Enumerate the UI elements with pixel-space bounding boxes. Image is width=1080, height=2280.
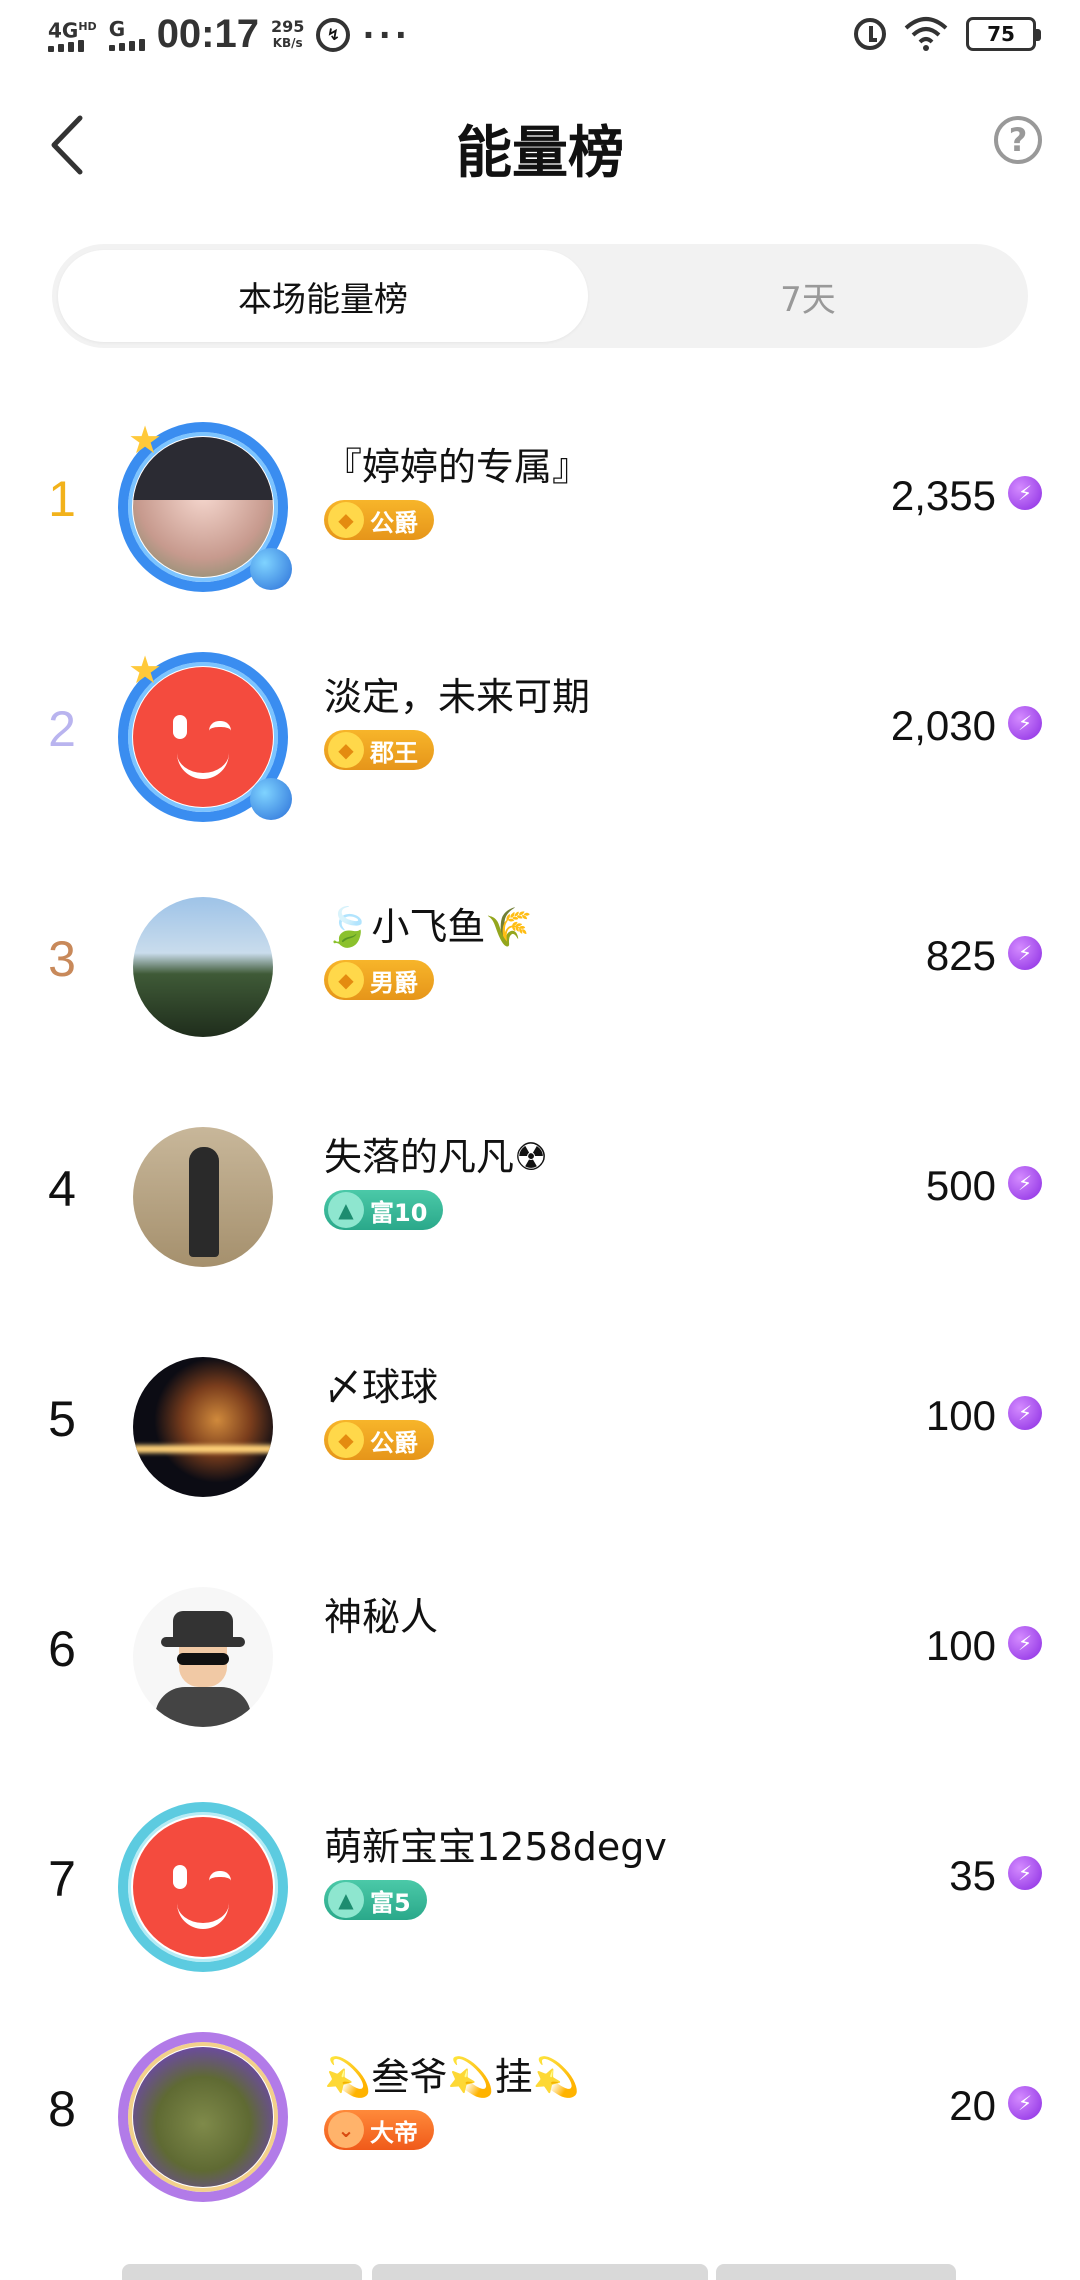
diamond-icon: ◆ <box>328 732 364 768</box>
rank-badge: ◆ 郡王 <box>324 730 434 770</box>
triangle-icon: ▲ <box>328 1882 364 1918</box>
user-name: 『婷婷的专属』 <box>324 445 591 489</box>
bottom-bar-segment <box>716 2264 956 2280</box>
ranking-row[interactable]: 8 💫叁爷💫挂💫 ⌄ 大帝 20 ⚡ <box>0 2010 1080 2240</box>
user-name: 失落的凡凡☢ <box>324 1135 549 1179</box>
rank-badge: ◆ 男爵 <box>324 960 434 1000</box>
tab-7-days[interactable]: 7天 <box>594 250 1022 342</box>
user-name: 🍃小飞鱼🌾 <box>324 905 533 949</box>
energy-score: 825 <box>925 932 996 979</box>
diamond-icon: ◆ <box>328 1422 364 1458</box>
bottom-bar-segment <box>122 2264 362 2280</box>
energy-score: 500 <box>925 1162 996 1209</box>
status-bar: 4GHD G 00:17 295 KB/s ↯ ··· 75 <box>0 0 1080 72</box>
diamond-icon: ◆ <box>328 962 364 998</box>
energy-score: 100 <box>925 1392 996 1439</box>
energy-bolt-icon: ⚡ <box>1008 1166 1042 1200</box>
rank-number: 7 <box>48 1851 76 1907</box>
rank-number: 4 <box>48 1161 76 1217</box>
vpn-icon: ↯ <box>316 17 351 52</box>
avatar[interactable] <box>118 1572 288 1742</box>
tab-switcher: 本场能量榜 7天 <box>52 244 1028 348</box>
avatar[interactable] <box>118 2032 288 2202</box>
page-title: 能量榜 <box>456 121 624 186</box>
ranking-row[interactable]: 6 神秘人 100 ⚡ <box>0 1550 1080 1780</box>
more-notifications-icon: ··· <box>362 15 411 54</box>
rank-badge: ⌄ 大帝 <box>324 2110 434 2150</box>
energy-score: 2,355 <box>890 472 996 519</box>
ranking-row[interactable]: 1 ★ 『婷婷的专属』 ◆ 公爵 2,355 ⚡ <box>0 400 1080 630</box>
energy-bolt-icon: ⚡ <box>1008 1856 1042 1890</box>
user-name: 萌新宝宝1258degv <box>324 1825 667 1869</box>
user-name: 淡定，未来可期 <box>324 675 591 719</box>
rank-number: 1 <box>48 471 76 527</box>
planet-icon <box>250 778 292 820</box>
clock: 00:17 <box>156 12 259 56</box>
avatar[interactable]: ★ <box>118 648 292 822</box>
status-right: 75 <box>854 16 1041 52</box>
avatar-frame <box>118 1802 288 1972</box>
user-name: 〆球球 <box>324 1365 439 1409</box>
user-name: 神秘人 <box>324 1595 439 1639</box>
help-icon[interactable]: ? <box>994 116 1042 164</box>
energy-score: 2,030 <box>890 702 996 749</box>
ranking-row[interactable]: 5 〆球球 ◆ 公爵 100 ⚡ <box>0 1320 1080 1550</box>
avatar[interactable] <box>118 1342 288 1512</box>
star-icon: ★ <box>128 418 163 462</box>
energy-score: 100 <box>925 1622 996 1669</box>
energy-bolt-icon: ⚡ <box>1008 1626 1042 1660</box>
energy-score: 20 <box>949 2082 996 2129</box>
ranking-row[interactable]: 7 萌新宝宝1258degv ▲ 富5 35 ⚡ <box>0 1780 1080 2010</box>
alarm-icon <box>854 18 886 50</box>
nav-bar: 能量榜 ? <box>0 80 1080 200</box>
energy-bolt-icon: ⚡ <box>1008 476 1042 510</box>
network-type-2: G <box>108 16 126 41</box>
energy-bolt-icon: ⚡ <box>1008 2086 1042 2120</box>
energy-bolt-icon: ⚡ <box>1008 706 1042 740</box>
energy-score: 35 <box>949 1852 996 1899</box>
rank-number: 2 <box>48 701 76 757</box>
bottom-bar-segment <box>372 2264 708 2280</box>
energy-bolt-icon: ⚡ <box>1008 1396 1042 1430</box>
energy-bolt-icon: ⚡ <box>1008 936 1042 970</box>
ranking-row[interactable]: 3 🍃小飞鱼🌾 ◆ 男爵 825 ⚡ <box>0 860 1080 1090</box>
network-type: 4GHD <box>48 18 97 43</box>
rank-badge: ◆ 公爵 <box>324 500 434 540</box>
status-left: 4GHD G 00:17 295 KB/s ↯ ··· <box>48 12 411 57</box>
rank-number: 5 <box>48 1391 76 1447</box>
avatar-frame <box>118 2032 288 2202</box>
rank-badge: ◆ 公爵 <box>324 1420 434 1460</box>
ranking-row[interactable]: 4 失落的凡凡☢ ▲ 富10 500 ⚡ <box>0 1090 1080 1320</box>
avatar[interactable]: ★ <box>118 418 292 592</box>
rank-badge: ▲ 富10 <box>324 1190 444 1230</box>
signal-2: G <box>108 16 145 51</box>
avatar[interactable] <box>118 882 288 1052</box>
star-icon: ★ <box>128 648 163 692</box>
diamond-icon: ◆ <box>328 502 364 538</box>
planet-icon <box>250 548 292 590</box>
rank-badge: ▲ 富5 <box>324 1880 427 1920</box>
rank-number: 8 <box>48 2081 76 2137</box>
rank-number: 6 <box>48 1621 76 1677</box>
user-name: 💫叁爷💫挂💫 <box>324 2055 580 2099</box>
chevron-icon: ⌄ <box>328 2112 364 2148</box>
avatar[interactable] <box>118 1112 288 1282</box>
rank-number: 3 <box>48 931 76 987</box>
network-speed: 295 KB/s <box>271 16 305 50</box>
wifi-icon <box>904 17 948 51</box>
battery-indicator: 75 <box>966 17 1041 51</box>
ranking-row[interactable]: 2 ★ 淡定，未来可期 ◆ 郡王 2,030 ⚡ <box>0 630 1080 860</box>
avatar[interactable] <box>118 1802 288 1972</box>
tab-current-session[interactable]: 本场能量榜 <box>58 250 588 342</box>
triangle-icon: ▲ <box>328 1192 364 1228</box>
signal-1: 4GHD <box>48 17 97 53</box>
